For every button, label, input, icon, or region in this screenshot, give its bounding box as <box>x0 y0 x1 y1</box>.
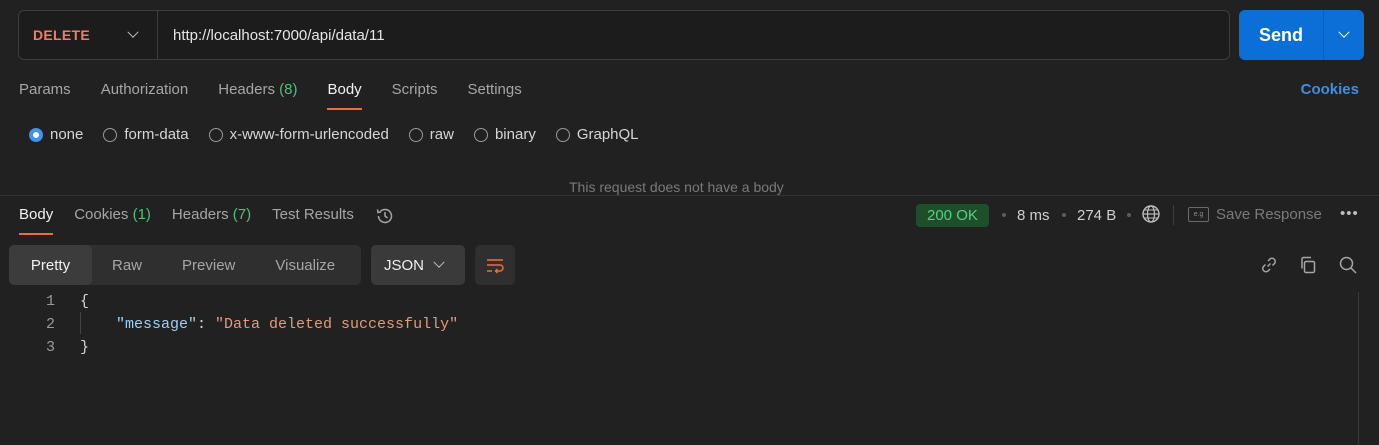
tab-label: Body <box>19 206 54 223</box>
tab-label: Test Results <box>272 206 354 223</box>
wrap-lines-icon <box>487 259 504 274</box>
response-size: 274 B <box>1077 207 1117 224</box>
meta-separator <box>1062 213 1066 217</box>
radio-icon <box>473 127 488 142</box>
tab-label: Authorization <box>100 81 189 98</box>
pane-divider[interactable] <box>0 195 1379 196</box>
json-key: "message" <box>116 316 198 333</box>
tab-label: Headers <box>218 81 275 98</box>
code-close-brace: } <box>80 339 90 356</box>
radio-icon <box>208 127 223 142</box>
tab-authorization[interactable]: Authorization <box>101 80 189 110</box>
tab-label: Settings <box>467 81 522 98</box>
json-colon: : <box>197 316 216 333</box>
radio-x-www-form-urlencoded[interactable]: x-www-form-urlencoded <box>208 126 389 143</box>
response-tab-body[interactable]: Body <box>19 206 54 235</box>
save-response-icon: e.g <box>1188 207 1209 222</box>
globe-icon[interactable] <box>1141 204 1161 224</box>
body-type-options: none form-data x-www-form-urlencoded raw… <box>29 126 659 143</box>
line-number: 3 <box>45 339 55 356</box>
tab-label: Cookies <box>74 206 129 223</box>
send-button[interactable]: Send <box>1239 25 1323 46</box>
code-line-message: "message": "Data deleted successfully" <box>116 316 458 333</box>
response-tab-headers[interactable]: Headers (7) <box>172 206 251 235</box>
response-time: 8 ms <box>1017 207 1050 224</box>
meta-separator <box>1127 213 1131 217</box>
response-tab-cookies[interactable]: Cookies (1) <box>74 206 151 235</box>
cookies-link[interactable]: Cookies <box>1301 81 1359 98</box>
wrap-lines-button[interactable] <box>475 245 515 285</box>
radio-form-data[interactable]: form-data <box>103 126 189 143</box>
headers-count: (8) <box>279 81 298 98</box>
copy-icon[interactable] <box>1298 255 1318 275</box>
cookies-count: (1) <box>132 206 151 223</box>
response-tab-test-results[interactable]: Test Results <box>272 206 354 235</box>
toolbar-divider <box>1173 205 1174 225</box>
url-input[interactable]: http://localhost:7000/api/data/11 <box>158 27 385 44</box>
chevron-down-icon <box>1338 26 1350 38</box>
scrollbar[interactable] <box>1358 292 1359 445</box>
save-response-button[interactable]: Save Response <box>1216 206 1322 223</box>
tab-settings[interactable]: Settings <box>468 80 522 110</box>
view-pretty[interactable]: Pretty <box>9 245 92 285</box>
response-tabs: Body Cookies (1) Headers (7) Test Result… <box>19 206 395 235</box>
tab-label: Body <box>327 81 362 98</box>
search-icon[interactable] <box>1338 255 1358 275</box>
view-raw[interactable]: Raw <box>92 245 162 285</box>
chevron-down-icon <box>433 256 445 268</box>
meta-separator <box>1002 213 1006 217</box>
format-select[interactable]: JSON <box>371 245 465 285</box>
chevron-down-icon <box>127 26 139 38</box>
radio-label: GraphQL <box>576 126 639 143</box>
radio-selected-icon <box>29 127 43 142</box>
radio-label: binary <box>494 126 536 143</box>
code-open-brace: { <box>80 293 90 310</box>
more-icon[interactable]: ••• <box>1340 205 1359 222</box>
radio-label: raw <box>429 126 454 143</box>
radio-label: none <box>50 126 84 143</box>
indent-guide <box>80 312 81 334</box>
radio-label: form-data <box>124 126 189 143</box>
radio-graphql[interactable]: GraphQL <box>555 126 639 143</box>
request-tabs: Params Authorization Headers (8) Body Sc… <box>19 80 552 110</box>
view-mode-switch: Pretty Raw Preview Visualize <box>9 245 361 285</box>
radio-icon <box>555 127 570 142</box>
radio-binary[interactable]: binary <box>473 126 536 143</box>
tab-headers[interactable]: Headers (8) <box>218 80 297 110</box>
tab-scripts[interactable]: Scripts <box>392 80 438 110</box>
method-label: DELETE <box>33 27 91 43</box>
send-options-button[interactable] <box>1324 26 1364 39</box>
send-button-group: Send <box>1239 10 1364 60</box>
radio-none[interactable]: none <box>29 126 83 143</box>
status-badge: 200 OK <box>916 204 989 227</box>
tab-label: Headers <box>171 206 229 223</box>
radio-icon <box>408 127 423 142</box>
link-icon[interactable] <box>1259 255 1279 275</box>
headers-count: (7) <box>232 206 252 223</box>
radio-icon <box>103 127 118 142</box>
format-label: JSON <box>384 256 425 274</box>
request-url-bar: DELETE http://localhost:7000/api/data/11 <box>18 10 1230 60</box>
tab-params[interactable]: Params <box>19 80 71 110</box>
history-icon[interactable] <box>375 206 395 226</box>
radio-label: x-www-form-urlencoded <box>229 126 389 143</box>
view-visualize[interactable]: Visualize <box>255 245 355 285</box>
line-number: 2 <box>45 316 55 333</box>
tab-label: Params <box>19 81 71 98</box>
line-number: 1 <box>45 293 55 310</box>
no-body-message: This request does not have a body <box>569 179 784 195</box>
view-preview[interactable]: Preview <box>162 245 255 285</box>
radio-raw[interactable]: raw <box>408 126 454 143</box>
json-value: "Data deleted successfully" <box>215 316 459 333</box>
method-select[interactable]: DELETE <box>19 11 158 59</box>
tab-body[interactable]: Body <box>327 80 362 110</box>
tab-label: Scripts <box>391 81 438 98</box>
